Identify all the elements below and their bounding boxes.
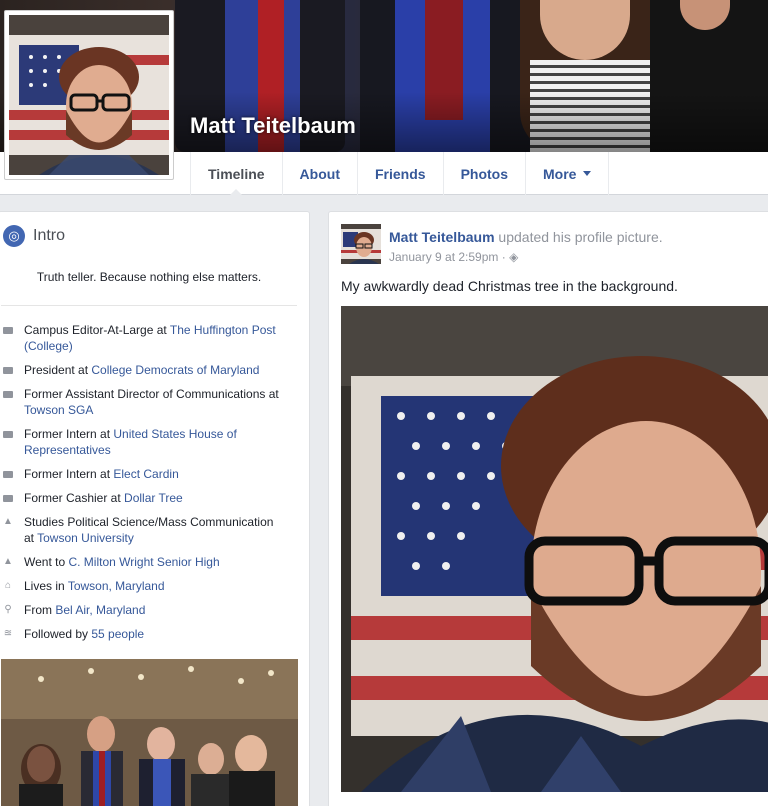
list-item: ⚲ From Bel Air, Maryland <box>1 602 297 618</box>
rss-icon: ≊ <box>3 628 13 639</box>
home-icon: ⌂ <box>4 580 12 591</box>
post-photo-image <box>341 306 768 792</box>
list-item: Campus Editor-At-Large at The Huffington… <box>1 322 297 354</box>
briefcase-icon <box>1 362 15 378</box>
globe-icon[interactable]: ◈ <box>509 250 518 264</box>
fact-link[interactable]: C. Milton Wright Senior High <box>68 555 219 569</box>
post-action-text: updated his profile picture. <box>494 229 663 245</box>
divider <box>1 305 297 306</box>
post-author-link[interactable]: Matt Teitelbaum <box>389 229 495 245</box>
list-item: President at College Democrats of Maryla… <box>1 362 297 378</box>
globe-icon: ◎ <box>3 225 25 247</box>
featured-photo[interactable] <box>1 659 298 806</box>
tab-about[interactable]: About <box>283 152 358 195</box>
fact-link[interactable]: Towson, Maryland <box>68 579 165 593</box>
list-item: Former Cashier at Dollar Tree <box>1 490 297 506</box>
post-photo[interactable] <box>341 306 768 792</box>
post-meta: January 9 at 2:59pm · ◈ <box>389 250 518 264</box>
avatar <box>341 224 381 264</box>
profile-photo-image <box>9 15 169 175</box>
tab-friends[interactable]: Friends <box>358 152 444 195</box>
post-timestamp[interactable]: January 9 at 2:59pm <box>389 250 498 264</box>
briefcase-icon <box>1 490 15 506</box>
fact-link[interactable]: Dollar Tree <box>124 491 183 505</box>
intro-title: Intro <box>33 227 66 244</box>
fact-link[interactable]: Elect Cardin <box>113 467 178 481</box>
separator-dot: · <box>501 250 510 264</box>
tab-more[interactable]: More <box>526 152 610 195</box>
list-item: ▲ Studies Political Science/Mass Communi… <box>1 514 297 546</box>
tab-timeline[interactable]: Timeline <box>190 152 283 196</box>
list-item: Former Assistant Director of Communicati… <box>1 386 297 418</box>
tab-photos[interactable]: Photos <box>444 152 527 195</box>
profile-name[interactable]: Matt Teitelbaum <box>190 113 356 139</box>
list-item: ≊ Followed by 55 people <box>1 626 297 642</box>
featured-photo-image <box>1 659 298 806</box>
graduation-cap-icon: ▲ <box>3 556 13 567</box>
profile-tabs: Timeline About Friends Photos More <box>190 152 610 196</box>
briefcase-icon <box>1 466 15 482</box>
post-header: Matt Teitelbaum updated his profile pict… <box>389 229 663 245</box>
profile-picture[interactable] <box>4 10 174 180</box>
fact-link[interactable]: 55 people <box>91 627 144 641</box>
intro-card: ◎ Intro Truth teller. Because nothing el… <box>0 211 310 806</box>
fact-link[interactable]: Bel Air, Maryland <box>55 603 145 617</box>
post-text: My awkwardly dead Christmas tree in the … <box>341 278 678 294</box>
intro-bio: Truth teller. Because nothing else matte… <box>36 270 262 284</box>
caret-down-icon <box>583 171 592 176</box>
list-item: Former Intern at United States House of … <box>1 426 297 458</box>
location-pin-icon: ⚲ <box>4 604 12 615</box>
list-item: ▲ Went to C. Milton Wright Senior High <box>1 554 297 570</box>
fact-link[interactable]: Towson SGA <box>24 403 93 417</box>
intro-facts-list: Campus Editor-At-Large at The Huffington… <box>1 322 297 650</box>
fact-link[interactable]: Towson University <box>37 531 134 545</box>
fact-link[interactable]: College Democrats of Maryland <box>91 363 259 377</box>
briefcase-icon <box>1 426 15 442</box>
graduation-cap-icon: ▲ <box>3 516 13 527</box>
post-author-avatar[interactable] <box>341 224 381 264</box>
timeline-post: Matt Teitelbaum updated his profile pict… <box>328 211 768 806</box>
briefcase-icon <box>1 386 15 402</box>
briefcase-icon <box>1 322 15 338</box>
list-item: Former Intern at Elect Cardin <box>1 466 297 482</box>
list-item: ⌂ Lives in Towson, Maryland <box>1 578 297 594</box>
